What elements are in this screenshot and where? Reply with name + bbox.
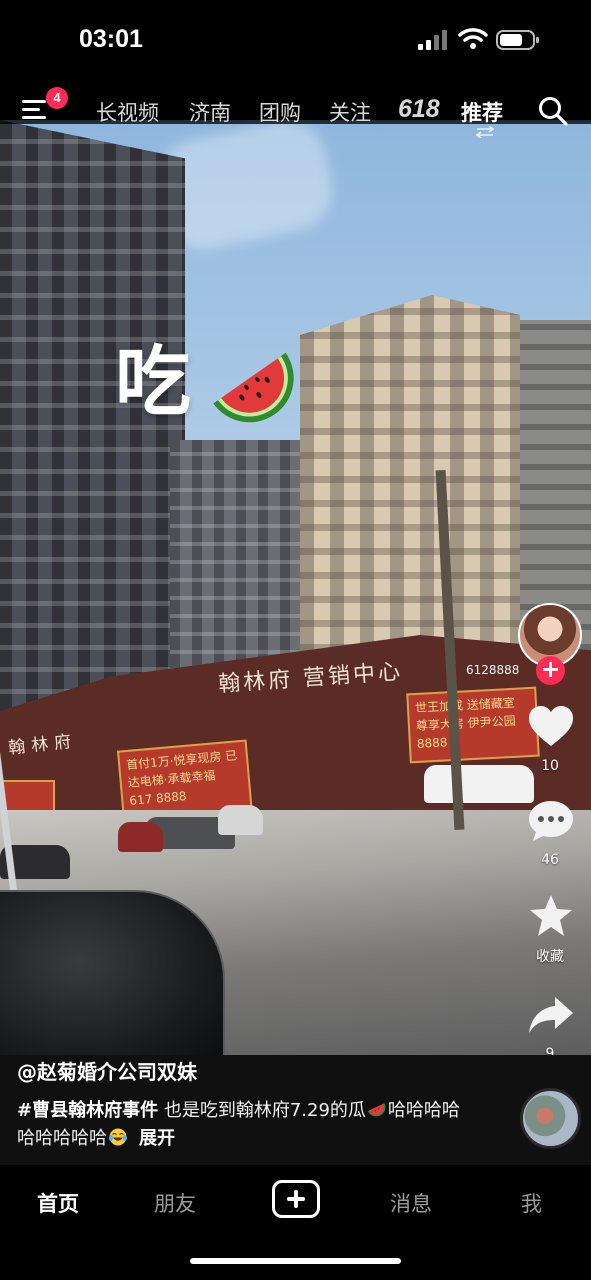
share-arrow-icon[interactable]: [527, 993, 575, 1037]
comment-icon[interactable]: [527, 799, 575, 843]
video-player[interactable]: 翰林府 营销中心 翰林府 6128888 首付1万·悦享现房 已达电梯·承载幸福…: [0, 120, 591, 1055]
menu-notification-badge: 4: [46, 87, 68, 109]
favorite-label: 收藏: [536, 949, 564, 965]
ad-banner-right: 世王加成 送储藏室 尊享大房 伊尹公园 8888: [406, 686, 540, 764]
sign-phone-number: 6128888: [466, 663, 520, 677]
tab-group-buy[interactable]: 团购: [259, 97, 301, 127]
car-red: [118, 822, 163, 852]
tab-recommend[interactable]: 推荐: [461, 97, 503, 127]
create-post-button[interactable]: [272, 1180, 320, 1218]
video-description: #曹县翰林府事件 也是吃到翰林府7.29的瓜 哈哈哈哈哈哈哈哈哈 展开: [17, 1097, 462, 1153]
building-left: [0, 120, 185, 760]
menu-icon[interactable]: [22, 99, 48, 121]
car-silver: [218, 805, 263, 835]
tab-jinan[interactable]: 济南: [189, 97, 231, 127]
tab-long-video[interactable]: 长视频: [96, 97, 159, 127]
status-time: 03:01: [79, 25, 143, 53]
comment-count: 46: [541, 852, 559, 868]
follow-button[interactable]: +: [536, 656, 565, 685]
wifi-icon: [458, 28, 488, 49]
nav-messages[interactable]: 消息: [390, 1188, 432, 1218]
cellular-signal-icon: [418, 30, 447, 50]
expand-link[interactable]: 展开: [139, 1128, 175, 1149]
like-heart-icon[interactable]: [527, 704, 575, 748]
tab-618[interactable]: 618: [398, 95, 440, 124]
refresh-arrows-icon: [475, 126, 495, 138]
description-text: 也是吃到翰林府7.29的瓜: [158, 1100, 366, 1121]
author-name[interactable]: @赵菊婚介公司双妹: [17, 1056, 197, 1085]
hashtag-link[interactable]: #曹县翰林府事件: [17, 1100, 158, 1121]
home-indicator[interactable]: [190, 1258, 401, 1264]
car-white: [424, 765, 534, 803]
laughing-tears-icon: [109, 1128, 127, 1146]
status-bar: 03:01: [0, 0, 591, 80]
tab-following[interactable]: 关注: [329, 97, 371, 127]
nav-home[interactable]: 首页: [37, 1188, 79, 1218]
video-overlay-text: 吃: [115, 337, 191, 426]
watermelon-icon: [213, 352, 294, 423]
side-mirror: [0, 890, 225, 1055]
search-icon[interactable]: [538, 96, 568, 126]
music-disc-avatar[interactable]: [520, 1088, 581, 1149]
favorite-star-icon[interactable]: [527, 894, 575, 938]
like-count: 10: [541, 758, 559, 774]
watermelon-icon: [367, 1103, 386, 1117]
nav-me[interactable]: 我: [521, 1188, 542, 1218]
battery-icon: [496, 30, 539, 50]
nav-friends[interactable]: 朋友: [154, 1188, 196, 1218]
